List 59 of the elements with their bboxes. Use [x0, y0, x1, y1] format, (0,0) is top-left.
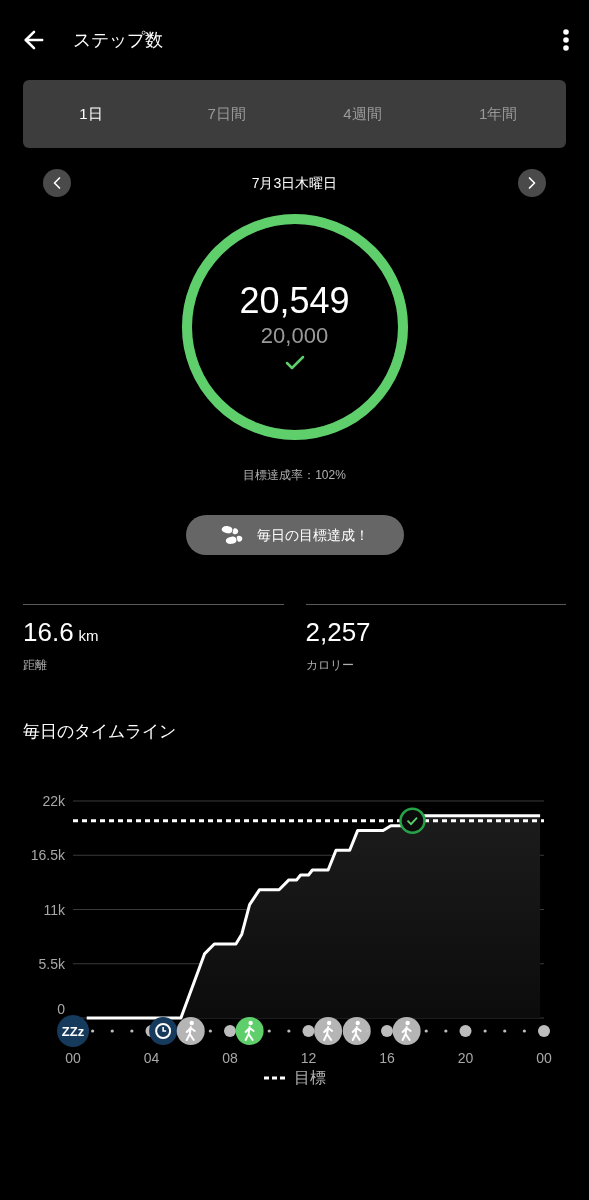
- timeline-dot: [91, 1028, 95, 1033]
- walking-marker[interactable]: [342, 1016, 371, 1045]
- step-count: 20,549: [239, 283, 350, 319]
- sleep-marker[interactable]: ZZz: [57, 1014, 89, 1047]
- x-axis-label: 16: [379, 1049, 395, 1066]
- walking-marker[interactable]: [176, 1016, 205, 1045]
- period-tab[interactable]: 1年間: [478, 102, 518, 126]
- x-axis-label: 04: [143, 1049, 160, 1066]
- timeline-dot: [459, 1024, 472, 1037]
- timeline-dot: [381, 1024, 393, 1037]
- period-tab[interactable]: 7日間: [207, 102, 246, 126]
- x-axis-label: 12: [300, 1049, 317, 1066]
- timeline-dot: [267, 1028, 271, 1033]
- y-axis-label: 5.5k: [38, 955, 65, 972]
- goal-reached-icon: [399, 807, 426, 834]
- walking-marker[interactable]: [392, 1016, 421, 1045]
- achievement-rate: 目標達成率：102%: [242, 467, 347, 484]
- y-axis-label: 16.5k: [30, 846, 65, 863]
- legend-label: 目標: [293, 1067, 326, 1088]
- timeline-dot: [287, 1028, 291, 1033]
- period-tab[interactable]: 4週間: [343, 102, 382, 126]
- x-axis-label: 08: [222, 1049, 238, 1066]
- next-day-button[interactable]: [518, 169, 546, 197]
- timeline-dot: [208, 1028, 212, 1033]
- timeline-dot: [483, 1028, 487, 1033]
- x-axis-label: 00: [65, 1049, 81, 1066]
- timeline-dot: [538, 1024, 550, 1037]
- timeline-dot: [503, 1028, 507, 1033]
- footsteps-icon: [220, 524, 243, 546]
- achievement-badge[interactable]: 毎日の目標達成！: [185, 515, 404, 555]
- alarm-clock-icon[interactable]: [149, 1016, 178, 1045]
- section-title: 毎日のタイムライン: [22, 721, 177, 743]
- period-tab[interactable]: 1日: [79, 102, 103, 126]
- y-axis-label: 22k: [42, 792, 65, 809]
- date-label: 7月3日木曜日: [251, 173, 338, 193]
- legend-dash-icon: [263, 1075, 286, 1080]
- stat-value: 16.6: [23, 616, 74, 649]
- timeline-dot: [224, 1024, 236, 1037]
- more-icon: [563, 29, 569, 51]
- page-title: ステップ数: [73, 28, 163, 52]
- stat-label: カロリー: [305, 658, 354, 672]
- timeline-dot: [110, 1028, 114, 1033]
- stat-unit: km: [78, 626, 99, 646]
- stat-value: 2,257: [305, 616, 371, 649]
- previous-day-button[interactable]: [43, 169, 71, 197]
- timeline-dot: [302, 1024, 315, 1037]
- x-axis-label: 20: [457, 1049, 474, 1066]
- timeline-dot: [130, 1028, 134, 1033]
- y-axis-label: 11k: [43, 901, 65, 917]
- walking-marker[interactable]: [235, 1016, 264, 1045]
- timeline-dot: [365, 1028, 369, 1033]
- walking-marker[interactable]: [314, 1016, 343, 1045]
- x-axis-label: 00: [536, 1049, 552, 1066]
- step-goal: 20,000: [260, 325, 329, 347]
- timeline-dot: [444, 1028, 448, 1033]
- timeline-dot: [522, 1028, 526, 1033]
- timeline-dot: [424, 1028, 428, 1033]
- y-axis-label: 0: [57, 1000, 65, 1017]
- stat-label: 距離: [23, 658, 47, 672]
